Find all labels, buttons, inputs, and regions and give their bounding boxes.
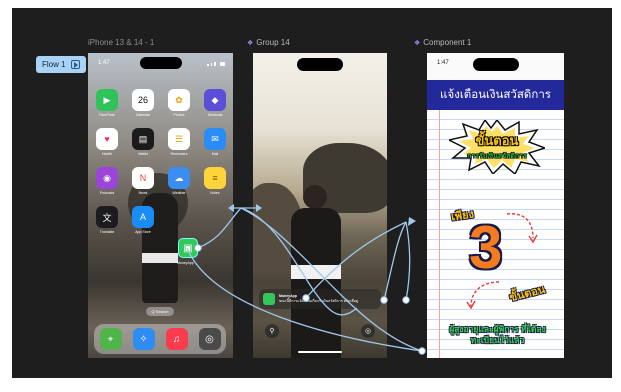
wallet-icon: ▤ [132, 128, 154, 150]
app-translate[interactable]: 文 Translate [96, 206, 118, 234]
burst-title: ขั้นตอน [475, 133, 519, 148]
target-app-hotspot[interactable]: ▣ [178, 238, 198, 258]
connector-line [383, 221, 407, 301]
component-icon: ❖ [247, 40, 254, 47]
news-icon: N [132, 167, 154, 189]
app-label: Podcasts [99, 191, 115, 195]
mail-icon: ✉ [204, 128, 226, 150]
connector-handle [418, 347, 426, 355]
dock: ⌖ ✧ ♫ ◎ [94, 324, 226, 354]
curved-arrow-icon [466, 281, 500, 310]
safari-icon[interactable]: ✧ [132, 328, 155, 350]
flow-label: Flow 1 [42, 60, 66, 69]
app-label: Shortcuts [207, 113, 223, 117]
app-label: Photos [173, 113, 185, 117]
health-icon: ♥ [96, 128, 118, 150]
app-wallet[interactable]: ▤ Wallet [132, 128, 154, 156]
play-icon[interactable] [70, 60, 80, 69]
lock-screen-frame[interactable]: MoneyApp ขณะนี้มีการแจ้งเตือนเกี่ยวกับเง… [253, 53, 387, 358]
translate-icon: 文 [96, 206, 118, 228]
notification-app: MoneyApp [279, 294, 297, 298]
home-indicator [298, 351, 342, 353]
app-store-icon: A [132, 206, 154, 228]
camera-icon[interactable]: ◎ [198, 328, 221, 350]
facetime-icon: ▶ [96, 89, 118, 111]
podcasts-icon: ◉ [96, 167, 118, 189]
curved-arrow-icon [506, 213, 538, 244]
app-calendar[interactable]: 26 Calendar [132, 89, 154, 117]
status-bar: 1:47 [427, 60, 564, 70]
app-label: News [138, 191, 148, 195]
photos-icon: ✿ [168, 89, 190, 111]
notes-icon: ≡ [204, 167, 226, 189]
big-number: 3 [469, 214, 503, 281]
bg-shirt-stripe [142, 253, 178, 263]
app-label: Wallet [138, 152, 148, 156]
app-reminders[interactable]: ☰ Reminders [168, 128, 190, 156]
app-news[interactable]: N News [132, 167, 154, 195]
status-bar: 1:47 [88, 60, 233, 70]
frame-label-iphone[interactable]: iPhone 13 & 14 - 1 [88, 38, 154, 47]
burst-subtitle: การรับเงินสวัสดิการ [467, 153, 527, 160]
steps-label: ขั้นตอน [508, 283, 547, 305]
app-grid: ▶ FaceTime 26 Calendar ✿ Photos ◆ Shortcuts ♥ Hea… [96, 89, 226, 234]
app-weather[interactable]: ☁ Weather [168, 167, 190, 195]
app-label: Weather [172, 191, 186, 195]
status-time: 1:47 [98, 60, 110, 66]
app-label: Translate [99, 230, 115, 234]
app-app-store[interactable]: A App Store [132, 206, 154, 234]
app-label: Reminders [170, 152, 188, 156]
frame-label-group[interactable]: ❖ Group 14 [247, 38, 290, 47]
notebook-paper: ขั้นตอน การรับเงินสวัสดิการ เพียง 3 ขั้น… [427, 110, 564, 358]
app-label: Notes [210, 191, 220, 195]
flashlight-icon[interactable]: ⚲ [265, 324, 279, 338]
app-label: App Store [135, 230, 151, 234]
signal-icon [207, 61, 226, 66]
component-icon: ❖ [414, 40, 421, 47]
app-notes[interactable]: ≡ Notes [204, 167, 226, 195]
home-search-pill[interactable]: Q Search [146, 307, 174, 316]
flow-start-tag[interactable]: Flow 1 [36, 56, 86, 73]
shortcuts-icon: ◆ [204, 89, 226, 111]
app-label: Calendar [135, 113, 151, 117]
notification-text: ขณะนี้มีการแจ้งเตือนเกี่ยวกับเงินสวัสดิก… [279, 299, 359, 303]
music-icon[interactable]: ♫ [165, 328, 188, 350]
frame-label-component[interactable]: ❖ Component 1 [414, 38, 471, 47]
reminders-icon: ☰ [168, 128, 190, 150]
eligibility-text: ผู้สูงอายุและผู้พิการ ที่ได้ลงทะเบียนไว้… [449, 324, 546, 345]
connector-handle [402, 296, 410, 304]
weather-icon: ☁ [168, 167, 190, 189]
status-time: 1:47 [437, 60, 449, 66]
bg-person-body [291, 208, 341, 358]
prototype-canvas[interactable]: iPhone 13 & 14 - 1 ❖ Group 14 ❖ Component … [12, 8, 612, 378]
app-label: FaceTime [99, 113, 115, 117]
notification-banner[interactable]: MoneyApp ขณะนี้มีการแจ้งเตือนเกี่ยวกับเง… [259, 289, 381, 309]
maps-icon[interactable]: ⌖ [99, 328, 122, 350]
app-facetime[interactable]: ▶ FaceTime [96, 89, 118, 117]
app-shortcuts[interactable]: ◆ Shortcuts [204, 89, 226, 117]
app-label: Mail [211, 152, 219, 156]
app-photos[interactable]: ✿ Photos [168, 89, 190, 117]
alert-header: แจ้งเตือนเงินสวัสดิการ [427, 80, 564, 110]
app-health[interactable]: ♥ Health [96, 128, 118, 156]
app-label: Health [101, 152, 113, 156]
bg-shirt-stripe [291, 265, 341, 279]
app-podcasts[interactable]: ◉ Podcasts [96, 167, 118, 195]
dynamic-island [297, 58, 343, 71]
app-icon [263, 293, 275, 305]
camera-icon[interactable]: ◎ [361, 324, 375, 338]
welfare-alert-component[interactable]: 1:47 แจ้งเตือนเงินสวัสดิการ ขั้นตอน การร… [427, 53, 564, 358]
arrowhead-icon [408, 217, 416, 226]
home-screen-frame[interactable]: 1:47 ▶ FaceTime 26 Calendar ✿ Photos ◆ Shortcut… [88, 53, 233, 358]
app-mail[interactable]: ✉ Mail [204, 128, 226, 156]
connector-line [405, 221, 411, 301]
bg-person-head [303, 185, 327, 209]
target-app-label: MoneyApp [177, 261, 194, 265]
calendar-icon: 26 [132, 89, 154, 111]
